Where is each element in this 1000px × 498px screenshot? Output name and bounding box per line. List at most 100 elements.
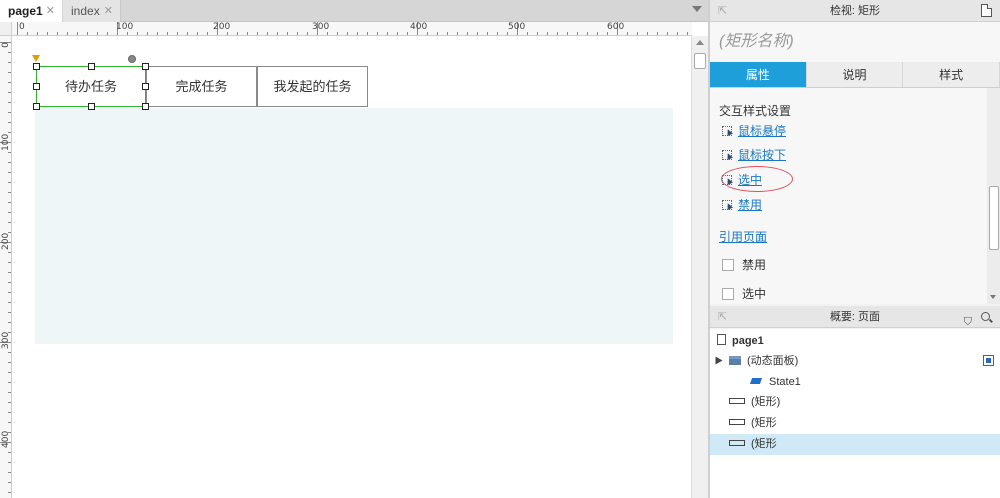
outline-dynamic-panel[interactable]: (动态面板) [710, 351, 1000, 372]
page-icon [717, 334, 726, 345]
tab-page1[interactable]: page1 ✕ [0, 0, 62, 22]
resize-handle[interactable] [88, 103, 95, 110]
link-label[interactable]: 禁用 [738, 198, 762, 212]
ruler-label: 100 [1, 133, 11, 151]
link-mouse-down[interactable]: 鼠标按下 [722, 147, 786, 163]
inspector-title: 检视: 矩形 [829, 5, 881, 17]
outline-page[interactable]: page1 [710, 331, 1000, 352]
link-mouse-hover[interactable]: 鼠标悬停 [722, 123, 786, 139]
resize-handle[interactable] [33, 63, 40, 70]
scroll-down-icon[interactable] [990, 295, 996, 299]
ruler-label: 100 [116, 22, 134, 32]
rect-todo-tasks[interactable]: 待办任务 [36, 66, 146, 107]
checkbox-selected[interactable]: 选中 [722, 286, 766, 302]
dynamic-panel-icon [729, 356, 741, 365]
ruler-ticks [0, 42, 11, 493]
outline-label: State1 [769, 376, 801, 388]
checkbox-disabled[interactable]: 禁用 [722, 257, 766, 273]
ruler-ticks [17, 22, 688, 35]
outline-title: 概要: 页面 [829, 311, 881, 323]
scroll-thumb[interactable] [989, 186, 999, 250]
scroll-thumb[interactable] [694, 53, 706, 69]
outline-rect-selected[interactable]: (矩形 [710, 434, 1000, 455]
horizontal-ruler: 0 100 200 300 400 500 600 [12, 22, 692, 36]
anchor-icon[interactable] [32, 55, 40, 62]
scroll-up-icon[interactable] [696, 40, 704, 45]
link-label[interactable]: 鼠标按下 [738, 148, 786, 162]
rotate-handle[interactable] [128, 55, 136, 63]
resize-handle[interactable] [142, 83, 149, 90]
dynamic-panel[interactable] [35, 108, 673, 344]
tab-label: index [71, 4, 100, 18]
design-canvas[interactable]: 待办任务 完成任务 我发起的任务 [13, 37, 691, 498]
page-tab-bar: page1 ✕ index ✕ [0, 0, 708, 22]
checkbox-box[interactable] [722, 288, 734, 300]
resize-handle[interactable] [33, 103, 40, 110]
inspector-header: ⇱ 检视: 矩形 [710, 0, 1000, 22]
inspector-tabs: 属性 说明 样式 [710, 62, 1000, 88]
rectangle-icon [729, 398, 745, 404]
tab-notes[interactable]: 说明 [806, 62, 904, 87]
checkbox-label: 禁用 [742, 258, 767, 272]
checkbox-box[interactable] [722, 259, 734, 271]
search-icon[interactable] [981, 312, 990, 321]
canvas-workspace: page1 ✕ index ✕ 0 100 200 300 400 500 60… [0, 0, 708, 498]
ruler-label: 0 [19, 22, 25, 32]
outline-header: ⇱ 概要: 页面 ⛉ [710, 306, 1000, 328]
outline-tree: page1 (动态面板) State1 (矩形) (矩形 (矩形 [710, 329, 1000, 498]
rectangle-icon [729, 419, 745, 425]
state-icon [749, 378, 763, 384]
ruler-corner [0, 22, 12, 36]
expand-triangle-icon[interactable] [715, 356, 723, 365]
ruler-label: 500 [508, 22, 526, 32]
ruler-label: 400 [1, 430, 11, 448]
resize-handle[interactable] [88, 63, 95, 70]
properties-scrollbar[interactable] [987, 88, 1000, 304]
ruler-label: 0 [1, 42, 11, 48]
outline-label: (矩形) [751, 396, 781, 408]
close-icon[interactable]: ✕ [104, 0, 113, 22]
ruler-label: 600 [607, 22, 625, 32]
tab-label: page1 [8, 4, 43, 18]
rectangle-icon [729, 440, 745, 446]
pin-icon[interactable]: ⇱ [718, 0, 727, 22]
resize-handle[interactable] [33, 83, 40, 90]
canvas-scrollbar[interactable] [691, 36, 708, 498]
properties-panel: 交互样式设置 鼠标悬停 鼠标按下 选中 禁用 引用页面 禁用 选中 [710, 88, 1000, 304]
pin-icon[interactable]: ⇱ [718, 306, 727, 328]
tab-properties[interactable]: 属性 [710, 62, 807, 87]
cursor-icon [722, 150, 732, 160]
ruler-label: 200 [1, 232, 11, 250]
resize-handle[interactable] [142, 103, 149, 110]
inspector-pane: ⇱ 检视: 矩形 (矩形名称) 属性 说明 样式 交互样式设置 鼠标悬停 鼠标按… [710, 0, 1000, 498]
ref-page-link[interactable]: 引用页面 [719, 228, 767, 245]
section-title: 交互样式设置 [719, 104, 792, 118]
outline-label: (动态面板) [747, 355, 799, 367]
outline-rect[interactable]: (矩形 [710, 413, 1000, 434]
outline-label: (矩形 [751, 417, 777, 429]
cursor-icon [722, 200, 732, 210]
checkbox-label: 选中 [742, 287, 767, 301]
visibility-toggle-icon[interactable] [983, 355, 994, 366]
link-label[interactable]: 鼠标悬停 [738, 124, 786, 138]
rect-my-tasks[interactable]: 我发起的任务 [257, 66, 368, 107]
ruler-label: 400 [410, 22, 428, 32]
shape-name-field[interactable]: (矩形名称) [710, 22, 1000, 62]
page-icon[interactable] [981, 4, 992, 17]
close-icon[interactable]: ✕ [46, 0, 55, 22]
highlight-circle [721, 166, 793, 192]
link-disabled[interactable]: 禁用 [722, 197, 762, 213]
vertical-ruler: 0 100 200 300 400 [0, 36, 12, 498]
outline-label: page1 [732, 335, 764, 347]
outline-state[interactable]: State1 [710, 372, 1000, 393]
rect-done-tasks[interactable]: 完成任务 [146, 66, 257, 107]
outline-rect[interactable]: (矩形) [710, 392, 1000, 413]
tab-style[interactable]: 样式 [903, 62, 1000, 87]
ruler-label: 300 [312, 22, 330, 32]
ruler-label: 200 [213, 22, 231, 32]
tab-index[interactable]: index ✕ [63, 0, 121, 22]
ruler-label: 300 [1, 331, 11, 349]
resize-handle[interactable] [142, 63, 149, 70]
chevron-down-icon[interactable] [692, 6, 702, 12]
outline-label: (矩形 [751, 438, 777, 450]
